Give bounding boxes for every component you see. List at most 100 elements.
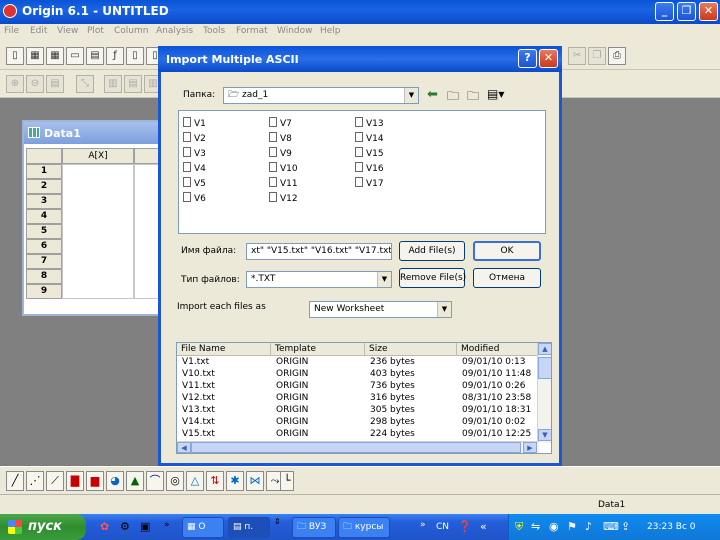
- tray-expand-icon[interactable]: «: [480, 520, 487, 533]
- help-button[interactable]: ?: [518, 49, 537, 68]
- menu-analysis[interactable]: Analysis: [156, 26, 193, 36]
- restore-button[interactable]: ❐: [677, 2, 696, 21]
- antivirus-icon[interactable]: ◉: [549, 520, 559, 533]
- scroll-up-icon[interactable]: ▲: [538, 343, 551, 355]
- file-item[interactable]: V14: [355, 132, 384, 144]
- row-header[interactable]: 7: [26, 254, 62, 269]
- help-tray-icon[interactable]: ❓: [458, 520, 472, 533]
- corner-cell[interactable]: [26, 148, 62, 164]
- pie-chart-icon[interactable]: ◕: [106, 471, 124, 491]
- row-header[interactable]: 8: [26, 269, 62, 284]
- file-item[interactable]: V10: [269, 162, 298, 174]
- scatter-plot-icon[interactable]: ⋰: [26, 471, 44, 491]
- scroll-thumb[interactable]: [538, 357, 551, 379]
- column-plot-icon[interactable]: ▇: [66, 471, 84, 491]
- ternary-plot-icon[interactable]: △: [186, 471, 204, 491]
- menu-file[interactable]: File: [4, 26, 19, 36]
- file-item[interactable]: V1: [183, 117, 206, 129]
- chevron-down-icon[interactable]: ▼: [437, 302, 451, 317]
- box-chart-icon[interactable]: ⋈: [246, 471, 264, 491]
- file-item[interactable]: V3: [183, 147, 206, 159]
- zoom-in-icon[interactable]: ⊕: [6, 75, 24, 93]
- file-item[interactable]: V9: [269, 147, 292, 159]
- dialog-title-bar[interactable]: Import Multiple ASCII ? ✕: [158, 46, 562, 72]
- filename-input[interactable]: xt" "V15.txt" "V16.txt" "V17.txt": [246, 243, 392, 260]
- column-a-cells[interactable]: [62, 164, 134, 299]
- row-header[interactable]: 1: [26, 164, 62, 179]
- new-excel-icon[interactable]: ▦: [46, 47, 64, 65]
- polar-plot-icon[interactable]: ◎: [166, 471, 184, 491]
- quicklaunch-app-icon[interactable]: ▣: [140, 520, 150, 533]
- whole-page-icon[interactable]: ▤: [46, 75, 64, 93]
- file-item[interactable]: V17: [355, 177, 384, 189]
- scroll-right-icon[interactable]: ▶: [523, 442, 537, 453]
- scroll-left-icon[interactable]: ◀: [177, 442, 191, 453]
- rescale-icon[interactable]: ⤡: [76, 75, 94, 93]
- taskbar-more-icon[interactable]: »: [420, 520, 426, 530]
- h-scroll-thumb[interactable]: [191, 442, 521, 453]
- minimize-button[interactable]: _: [655, 2, 674, 21]
- row-header[interactable]: 5: [26, 224, 62, 239]
- menu-view[interactable]: View: [57, 26, 78, 36]
- bar-plot-icon[interactable]: ▆: [86, 471, 104, 491]
- file-item[interactable]: V11: [269, 177, 298, 189]
- folder-combo[interactable]: 🗁 zad_1 ▼: [223, 87, 419, 104]
- cancel-button[interactable]: Отмена: [473, 268, 541, 288]
- vector-plot-icon[interactable]: ⇅: [206, 471, 224, 491]
- row-header[interactable]: 9: [26, 284, 62, 299]
- row-header[interactable]: 3: [26, 194, 62, 209]
- import-each-select[interactable]: New Worksheet ▼: [309, 301, 452, 318]
- selected-files-table[interactable]: File Name Template Size Modified V1.txt …: [176, 342, 552, 454]
- print-icon[interactable]: ⎙: [608, 47, 626, 65]
- taskbar-item-word[interactable]: ▤ п.: [228, 517, 270, 538]
- menu-plot[interactable]: Plot: [87, 26, 104, 36]
- quicklaunch-more-icon[interactable]: »: [164, 520, 170, 530]
- new-worksheet-icon[interactable]: ▦: [26, 47, 44, 65]
- worksheet-title-bar[interactable]: Data1: [24, 122, 170, 144]
- taskbar-item-folder-vuz[interactable]: 🗀 ВУЗ: [292, 517, 336, 538]
- menu-column[interactable]: Column: [114, 26, 148, 36]
- file-item[interactable]: V16: [355, 162, 384, 174]
- file-item[interactable]: V6: [183, 192, 206, 204]
- shield-icon[interactable]: ⛨: [515, 520, 523, 534]
- quicklaunch-app-icon[interactable]: ⚙: [120, 520, 130, 533]
- cut-icon[interactable]: ✂: [568, 47, 586, 65]
- line-plot-icon[interactable]: ╱: [6, 471, 24, 491]
- dialog-close-button[interactable]: ✕: [539, 49, 558, 68]
- column-header-size[interactable]: Size: [365, 343, 457, 356]
- new-matrix-icon[interactable]: ▤: [86, 47, 104, 65]
- volume-icon[interactable]: ♪: [585, 520, 592, 533]
- legend-icon[interactable]: ▤: [124, 75, 142, 93]
- file-item[interactable]: V2: [183, 132, 206, 144]
- taskbar-item-folder-kursy[interactable]: 🗀 курсы: [338, 517, 390, 538]
- new-function-icon[interactable]: ƒ: [106, 47, 124, 65]
- close-button[interactable]: ✕: [699, 2, 718, 21]
- taskbar-item-origin[interactable]: ▦ O: [182, 517, 224, 538]
- worksheet-window[interactable]: Data1 A[X] 1 2 3 4 5 6 7 8 9: [22, 120, 172, 316]
- area-plot-icon[interactable]: ▲: [126, 471, 144, 491]
- usb-icon[interactable]: ⇪: [621, 520, 630, 533]
- new-layout-icon[interactable]: ▯: [126, 47, 144, 65]
- scroll-down-icon[interactable]: ▼: [538, 429, 551, 441]
- new-graph-icon[interactable]: ▭: [66, 47, 84, 65]
- network-icon[interactable]: ⇋: [531, 520, 540, 533]
- view-menu-icon[interactable]: ▤▾: [487, 87, 504, 101]
- file-item[interactable]: V4: [183, 162, 206, 174]
- column-header-a[interactable]: A[X]: [62, 148, 134, 164]
- remove-files-button[interactable]: Remove File(s): [399, 268, 466, 288]
- new-project-icon[interactable]: ▯: [6, 47, 24, 65]
- menu-window[interactable]: Window: [277, 26, 313, 36]
- file-item[interactable]: V7: [269, 117, 292, 129]
- row-header[interactable]: 4: [26, 209, 62, 224]
- line-symbol-icon[interactable]: ⟋: [46, 471, 64, 491]
- file-item[interactable]: V15: [355, 147, 384, 159]
- filetype-select[interactable]: *.TXT ▼: [246, 271, 392, 288]
- file-item[interactable]: V12: [269, 192, 298, 204]
- new-folder-icon[interactable]: 🗀: [467, 87, 479, 108]
- add-files-button[interactable]: Add File(s): [399, 241, 465, 261]
- hi-lo-plot-icon[interactable]: ✱: [226, 471, 244, 491]
- file-item[interactable]: V5: [183, 177, 206, 189]
- column-header-file-name[interactable]: File Name: [177, 343, 271, 356]
- layer-icon[interactable]: ▥: [104, 75, 122, 93]
- file-browser-list[interactable]: V1 V2 V3 V4 V5 V6 V7 V8 V9 V10 V11 V12 V…: [178, 110, 546, 234]
